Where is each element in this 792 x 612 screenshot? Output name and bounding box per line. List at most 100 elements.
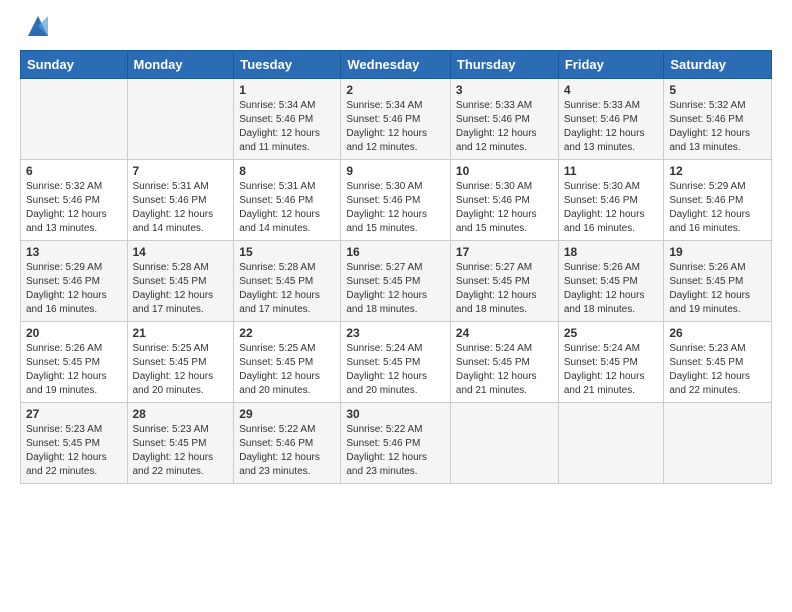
day-info: Sunrise: 5:33 AMSunset: 5:46 PMDaylight:… [564, 99, 659, 155]
calendar-cell: 15 Sunrise: 5:28 AMSunset: 5:45 PMDayligh… [234, 241, 341, 322]
calendar-cell: 20 Sunrise: 5:26 AMSunset: 5:45 PMDayligh… [21, 322, 128, 403]
calendar-cell: 28 Sunrise: 5:23 AMSunset: 5:45 PMDayligh… [127, 403, 234, 484]
calendar-cell: 6Sunrise: 5:32 AMSunset: 5:46 PMDaylight… [21, 160, 128, 241]
day-info: Sunrise: 5:29 AMSunset: 5:46 PMDaylight:… [26, 261, 122, 317]
calendar-cell: 8 Sunrise: 5:31 AMSunset: 5:46 PMDaylight… [234, 160, 341, 241]
calendar-cell: 5 Sunrise: 5:32 AMSunset: 5:46 PMDaylight… [664, 79, 772, 160]
day-number: 14 [133, 245, 229, 259]
calendar-cell: 16Sunrise: 5:27 AMSunset: 5:45 PMDayligh… [341, 241, 451, 322]
day-number: 3 [456, 83, 553, 97]
day-number: 1 [239, 83, 335, 97]
calendar-cell: 1 Sunrise: 5:34 AMSunset: 5:46 PMDaylight… [234, 79, 341, 160]
calendar-header-tuesday: Tuesday [234, 51, 341, 79]
day-info: Sunrise: 5:29 AMSunset: 5:46 PMDaylight:… [669, 180, 766, 236]
day-info: Sunrise: 5:25 AMSunset: 5:45 PMDaylight:… [133, 342, 229, 398]
calendar-header-row: SundayMondayTuesdayWednesdayThursdayFrid… [21, 51, 772, 79]
calendar-cell [558, 403, 664, 484]
day-info: Sunrise: 5:34 AMSunset: 5:46 PMDaylight:… [346, 99, 445, 155]
calendar-cell: 27 Sunrise: 5:23 AMSunset: 5:45 PMDayligh… [21, 403, 128, 484]
day-number: 5 [669, 83, 766, 97]
day-number: 13 [26, 245, 122, 259]
day-number: 6 [26, 164, 122, 178]
day-info: Sunrise: 5:30 AMSunset: 5:46 PMDaylight:… [564, 180, 659, 236]
calendar-cell: 29 Sunrise: 5:22 AMSunset: 5:46 PMDayligh… [234, 403, 341, 484]
calendar-header-friday: Friday [558, 51, 664, 79]
calendar-cell [21, 79, 128, 160]
day-number: 22 [239, 326, 335, 340]
day-info: Sunrise: 5:28 AMSunset: 5:45 PMDaylight:… [239, 261, 335, 317]
day-info: Sunrise: 5:28 AMSunset: 5:45 PMDaylight:… [133, 261, 229, 317]
logo-icon [24, 12, 52, 40]
day-number: 16 [346, 245, 445, 259]
calendar-table: SundayMondayTuesdayWednesdayThursdayFrid… [20, 50, 772, 484]
calendar-cell [450, 403, 558, 484]
calendar-cell: 12 Sunrise: 5:29 AMSunset: 5:46 PMDayligh… [664, 160, 772, 241]
calendar-cell: 24 Sunrise: 5:24 AMSunset: 5:45 PMDayligh… [450, 322, 558, 403]
day-number: 29 [239, 407, 335, 421]
calendar-header-thursday: Thursday [450, 51, 558, 79]
calendar-week-3: 13 Sunrise: 5:29 AMSunset: 5:46 PMDayligh… [21, 241, 772, 322]
header [20, 16, 772, 40]
calendar-cell: 13 Sunrise: 5:29 AMSunset: 5:46 PMDayligh… [21, 241, 128, 322]
calendar-week-1: 1 Sunrise: 5:34 AMSunset: 5:46 PMDaylight… [21, 79, 772, 160]
day-number: 19 [669, 245, 766, 259]
day-number: 20 [26, 326, 122, 340]
day-number: 28 [133, 407, 229, 421]
calendar-cell: 30 Sunrise: 5:22 AMSunset: 5:46 PMDayligh… [341, 403, 451, 484]
day-number: 10 [456, 164, 553, 178]
calendar-cell [664, 403, 772, 484]
calendar-week-5: 27 Sunrise: 5:23 AMSunset: 5:45 PMDayligh… [21, 403, 772, 484]
day-info: Sunrise: 5:26 AMSunset: 5:45 PMDaylight:… [669, 261, 766, 317]
calendar-cell: 14 Sunrise: 5:28 AMSunset: 5:45 PMDayligh… [127, 241, 234, 322]
day-info: Sunrise: 5:31 AMSunset: 5:46 PMDaylight:… [133, 180, 229, 236]
day-info: Sunrise: 5:22 AMSunset: 5:46 PMDaylight:… [239, 423, 335, 479]
day-number: 18 [564, 245, 659, 259]
day-info: Sunrise: 5:26 AMSunset: 5:45 PMDaylight:… [26, 342, 122, 398]
calendar-cell: 23Sunrise: 5:24 AMSunset: 5:45 PMDayligh… [341, 322, 451, 403]
calendar-cell [127, 79, 234, 160]
day-info: Sunrise: 5:31 AMSunset: 5:46 PMDaylight:… [239, 180, 335, 236]
day-number: 21 [133, 326, 229, 340]
day-info: Sunrise: 5:32 AMSunset: 5:46 PMDaylight:… [669, 99, 766, 155]
day-info: Sunrise: 5:26 AMSunset: 5:45 PMDaylight:… [564, 261, 659, 317]
calendar-cell: 22 Sunrise: 5:25 AMSunset: 5:45 PMDayligh… [234, 322, 341, 403]
day-info: Sunrise: 5:33 AMSunset: 5:46 PMDaylight:… [456, 99, 553, 155]
day-number: 8 [239, 164, 335, 178]
day-info: Sunrise: 5:30 AMSunset: 5:46 PMDaylight:… [456, 180, 553, 236]
day-info: Sunrise: 5:30 AMSunset: 5:46 PMDaylight:… [346, 180, 445, 236]
day-info: Sunrise: 5:24 AMSunset: 5:45 PMDaylight:… [346, 342, 445, 398]
day-number: 2 [346, 83, 445, 97]
day-number: 9 [346, 164, 445, 178]
calendar-cell: 7 Sunrise: 5:31 AMSunset: 5:46 PMDaylight… [127, 160, 234, 241]
day-info: Sunrise: 5:22 AMSunset: 5:46 PMDaylight:… [346, 423, 445, 479]
calendar-cell: 9 Sunrise: 5:30 AMSunset: 5:46 PMDaylight… [341, 160, 451, 241]
day-number: 15 [239, 245, 335, 259]
day-info: Sunrise: 5:23 AMSunset: 5:45 PMDaylight:… [133, 423, 229, 479]
calendar-cell: 25Sunrise: 5:24 AMSunset: 5:45 PMDayligh… [558, 322, 664, 403]
calendar-cell: 11 Sunrise: 5:30 AMSunset: 5:46 PMDayligh… [558, 160, 664, 241]
day-number: 30 [346, 407, 445, 421]
page: SundayMondayTuesdayWednesdayThursdayFrid… [0, 0, 792, 612]
calendar-cell: 10 Sunrise: 5:30 AMSunset: 5:46 PMDayligh… [450, 160, 558, 241]
day-number: 11 [564, 164, 659, 178]
calendar-cell: 2 Sunrise: 5:34 AMSunset: 5:46 PMDaylight… [341, 79, 451, 160]
calendar-cell: 19 Sunrise: 5:26 AMSunset: 5:45 PMDayligh… [664, 241, 772, 322]
day-number: 12 [669, 164, 766, 178]
day-number: 7 [133, 164, 229, 178]
day-number: 27 [26, 407, 122, 421]
calendar-cell: 4 Sunrise: 5:33 AMSunset: 5:46 PMDaylight… [558, 79, 664, 160]
calendar-header-sunday: Sunday [21, 51, 128, 79]
day-number: 17 [456, 245, 553, 259]
calendar-cell: 17Sunrise: 5:27 AMSunset: 5:45 PMDayligh… [450, 241, 558, 322]
day-info: Sunrise: 5:24 AMSunset: 5:45 PMDaylight:… [456, 342, 553, 398]
calendar-week-2: 6Sunrise: 5:32 AMSunset: 5:46 PMDaylight… [21, 160, 772, 241]
calendar-week-4: 20 Sunrise: 5:26 AMSunset: 5:45 PMDayligh… [21, 322, 772, 403]
day-number: 26 [669, 326, 766, 340]
day-number: 4 [564, 83, 659, 97]
day-info: Sunrise: 5:23 AMSunset: 5:45 PMDaylight:… [26, 423, 122, 479]
day-number: 24 [456, 326, 553, 340]
day-info: Sunrise: 5:23 AMSunset: 5:45 PMDaylight:… [669, 342, 766, 398]
calendar-cell: 21 Sunrise: 5:25 AMSunset: 5:45 PMDayligh… [127, 322, 234, 403]
day-info: Sunrise: 5:25 AMSunset: 5:45 PMDaylight:… [239, 342, 335, 398]
day-info: Sunrise: 5:34 AMSunset: 5:46 PMDaylight:… [239, 99, 335, 155]
